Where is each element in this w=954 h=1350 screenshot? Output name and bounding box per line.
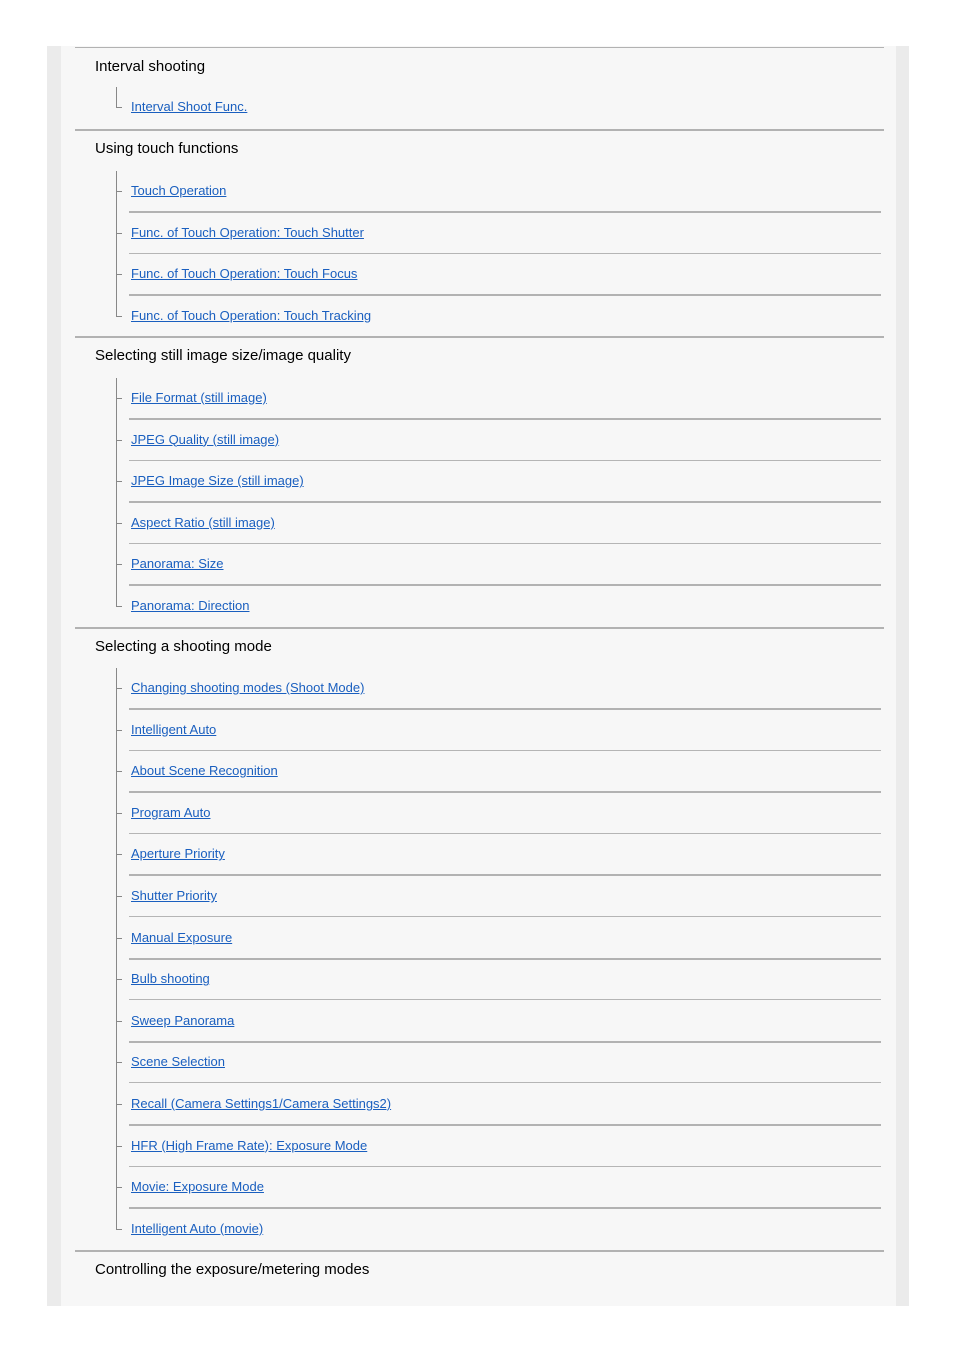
tree-branch-icon bbox=[116, 274, 122, 276]
toc-item: HFR (High Frame Rate): Exposure Mode bbox=[75, 1126, 884, 1167]
toc-item: Bulb shooting bbox=[75, 959, 884, 1001]
toc-link[interactable]: JPEG Quality (still image) bbox=[131, 432, 279, 447]
tree-branch-icon bbox=[116, 1062, 122, 1064]
toc-section: Using touch functions Touch Operation Func… bbox=[75, 129, 884, 355]
toc-item: Sweep Panorama bbox=[75, 1001, 884, 1043]
toc-item: JPEG Image Size (still image) bbox=[75, 461, 884, 504]
toc-link[interactable]: Sweep Panorama bbox=[131, 1013, 234, 1028]
toc-section: Selecting a shooting mode Changing shooti… bbox=[75, 627, 884, 1269]
tree-branch-icon bbox=[116, 729, 122, 731]
toc-link[interactable]: JPEG Image Size (still image) bbox=[131, 473, 304, 488]
toc-item: Func. of Touch Operation: Touch Shutter bbox=[75, 213, 884, 254]
toc-item: Changing shooting modes (Shoot Mode) bbox=[75, 668, 884, 710]
toc-item: Aperture Priority bbox=[75, 834, 884, 877]
section-title: Selecting a shooting mode bbox=[95, 638, 272, 655]
tree-branch-icon bbox=[116, 1104, 122, 1105]
table-of-contents: Interval shooting Interval Shoot Func. Usi… bbox=[61, 46, 896, 1306]
toc-link[interactable]: Scene Selection bbox=[131, 1054, 225, 1069]
toc-item: File Format (still image) bbox=[75, 378, 884, 420]
tree-branch-icon bbox=[116, 771, 122, 773]
tree-corner-icon bbox=[116, 107, 122, 108]
toc-link[interactable]: File Format (still image) bbox=[131, 390, 267, 405]
section-divider bbox=[75, 627, 884, 629]
toc-item: Intelligent Auto (movie) bbox=[75, 1209, 884, 1250]
toc-item: Panorama: Direction bbox=[75, 586, 884, 627]
toc-item: JPEG Quality (still image) bbox=[75, 420, 884, 461]
section-divider bbox=[75, 129, 884, 131]
toc-item: Func. of Touch Operation: Touch Focus bbox=[75, 254, 884, 297]
toc-link[interactable]: Changing shooting modes (Shoot Mode) bbox=[131, 680, 364, 695]
toc-link[interactable]: Program Auto bbox=[131, 805, 211, 820]
toc-item: Shutter Priority bbox=[75, 876, 884, 917]
tree-branch-icon bbox=[116, 1187, 122, 1189]
tree-branch-icon bbox=[116, 688, 122, 689]
toc-link[interactable]: HFR (High Frame Rate): Exposure Mode bbox=[131, 1138, 367, 1153]
toc-link[interactable]: Bulb shooting bbox=[131, 971, 210, 986]
tree-branch-icon bbox=[116, 191, 122, 192]
toc-link[interactable]: Panorama: Size bbox=[131, 556, 224, 571]
toc-link[interactable]: Aperture Priority bbox=[131, 846, 225, 861]
toc-link[interactable]: Intelligent Auto (movie) bbox=[131, 1221, 263, 1236]
toc-link[interactable]: Recall (Camera Settings1/Camera Settings… bbox=[131, 1096, 391, 1111]
toc-link[interactable]: Func. of Touch Operation: Touch Focus bbox=[131, 266, 357, 281]
section-title: Selecting still image size/image quality bbox=[95, 347, 351, 364]
toc-item: Panorama: Size bbox=[75, 544, 884, 587]
toc-link[interactable]: Movie: Exposure Mode bbox=[131, 1179, 264, 1194]
toc-section: Selecting still image size/image quality… bbox=[75, 336, 884, 646]
tree-branch-icon bbox=[116, 1145, 122, 1147]
section-divider bbox=[75, 1250, 884, 1252]
tree-corner-icon bbox=[116, 1228, 122, 1230]
tree-branch-icon bbox=[116, 812, 122, 814]
tree-branch-icon bbox=[116, 232, 122, 234]
toc-item: Program Auto bbox=[75, 793, 884, 834]
tree-branch-icon bbox=[116, 522, 122, 524]
document-page: Interval shooting Interval Shoot Func. Usi… bbox=[47, 46, 909, 1306]
section-title: Interval shooting bbox=[95, 58, 206, 75]
toc-link[interactable]: Panorama: Direction bbox=[131, 598, 250, 613]
toc-link[interactable]: Manual Exposure bbox=[131, 930, 232, 945]
section-title: Using touch functions bbox=[95, 140, 239, 157]
tree-branch-icon bbox=[116, 439, 122, 441]
toc-link[interactable]: Touch Operation bbox=[131, 183, 226, 198]
section-divider bbox=[75, 336, 884, 338]
toc-section: Controlling the exposure/metering modes bbox=[75, 1250, 884, 1310]
toc-item: Recall (Camera Settings1/Camera Settings… bbox=[75, 1084, 884, 1126]
toc-link[interactable]: Func. of Touch Operation: Touch Tracking bbox=[131, 308, 371, 323]
section-title: Controlling the exposure/metering modes bbox=[95, 1261, 370, 1278]
tree-branch-icon bbox=[116, 979, 122, 981]
toc-link[interactable]: Aspect Ratio (still image) bbox=[131, 515, 275, 530]
toc-item: Intelligent Auto bbox=[75, 710, 884, 751]
tree-branch-icon bbox=[116, 481, 122, 483]
tree-branch-icon bbox=[116, 937, 122, 939]
toc-item: Manual Exposure bbox=[75, 918, 884, 960]
toc-link[interactable]: Func. of Touch Operation: Touch Shutter bbox=[131, 225, 364, 240]
tree-branch-icon bbox=[116, 1020, 122, 1022]
toc-link[interactable]: Intelligent Auto bbox=[131, 722, 216, 737]
toc-item: Aspect Ratio (still image) bbox=[75, 503, 884, 544]
toc-item: Interval Shoot Func. bbox=[75, 87, 884, 128]
tree-branch-icon bbox=[116, 896, 122, 897]
section-divider bbox=[75, 47, 884, 48]
toc-link[interactable]: Interval Shoot Func. bbox=[131, 99, 247, 114]
tree-corner-icon bbox=[116, 315, 122, 317]
toc-item: Movie: Exposure Mode bbox=[75, 1167, 884, 1210]
toc-item: About Scene Recognition bbox=[75, 751, 884, 794]
tree-branch-icon bbox=[116, 854, 122, 856]
toc-item: Scene Selection bbox=[75, 1042, 884, 1084]
toc-link[interactable]: About Scene Recognition bbox=[131, 763, 278, 778]
toc-item: Touch Operation bbox=[75, 171, 884, 213]
tree-branch-icon bbox=[116, 564, 122, 566]
tree-corner-icon bbox=[116, 606, 122, 607]
toc-link[interactable]: Shutter Priority bbox=[131, 888, 217, 903]
tree-branch-icon bbox=[116, 398, 122, 399]
toc-item: Func. of Touch Operation: Touch Tracking bbox=[75, 296, 884, 337]
